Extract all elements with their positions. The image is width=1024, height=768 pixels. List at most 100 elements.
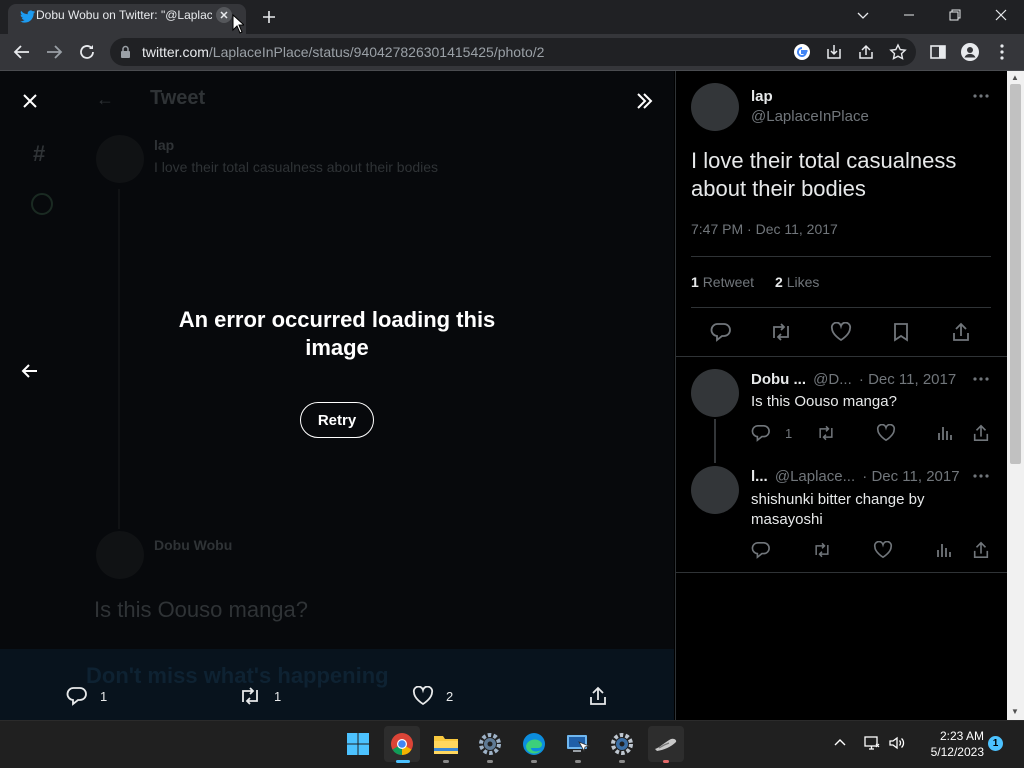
author-handle[interactable]: @LaplaceInPlace [751,108,869,125]
author-name[interactable]: lap [751,88,773,105]
likes-stat[interactable]: 2 Likes [775,274,819,290]
more-horizontal-icon [973,377,989,381]
taskbar-system-settings[interactable] [604,726,640,762]
reply-analytics-button[interactable] [935,541,953,559]
reply-reply-count: 1 [785,425,793,441]
install-icon [827,45,841,59]
clock-time: 2:23 AM [939,729,984,743]
retweet-stat[interactable]: 1 Retweet [691,274,754,290]
share-icon [953,322,969,341]
reply-analytics-button[interactable] [936,424,954,442]
reply-date[interactable]: · Dec 11, 2017 [862,468,959,485]
close-window-button[interactable] [978,0,1024,30]
retweet-button[interactable] [769,322,793,342]
scrollbar-thumb[interactable] [1010,84,1021,464]
show-hidden-icons-button[interactable] [833,736,847,750]
reply-handle[interactable]: @D... [813,371,852,388]
previous-image-button[interactable] [21,363,39,379]
url-host: twitter.com [142,44,209,60]
arrow-right-icon [47,45,63,59]
profile-button[interactable] [960,42,980,62]
reply-retweet-button[interactable] [816,424,836,442]
tab-title: Dobu Wobu on Twitter: "@Laplac [36,8,212,22]
forward-button[interactable] [45,44,63,60]
scroll-down-arrow-icon[interactable]: ▼ [1011,707,1019,716]
reply-reply-button[interactable] [751,541,771,559]
tweet-more-button[interactable] [972,88,990,104]
google-icon[interactable] [793,43,811,61]
reply-retweet-button[interactable] [812,541,832,559]
close-viewer-button[interactable] [21,92,39,110]
reply-more-button[interactable] [972,468,990,484]
notification-badge[interactable]: 1 [988,736,1003,751]
scroll-up-arrow-icon[interactable]: ▲ [1011,73,1019,82]
like-button[interactable] [830,322,852,342]
gear-icon [611,733,633,755]
reply-share-button[interactable] [972,424,990,442]
reply-handle[interactable]: @Laplace... [775,468,855,485]
reply-like-button[interactable] [873,541,893,559]
viewer-retweet-action[interactable]: 1 [238,686,281,706]
arrow-left-icon [13,45,29,59]
arrow-left-icon [21,364,37,378]
reply-name[interactable]: l... [751,468,768,485]
analytics-icon [937,544,951,557]
reply-name[interactable]: Dobu ... [751,371,806,388]
reply-header: l... @Laplace... · Dec 11, 2017 [751,468,960,485]
expand-panel-button[interactable] [634,91,654,111]
chrome-menu-button[interactable] [995,43,1009,61]
network-icon[interactable] [863,734,881,752]
restore-button[interactable] [932,0,978,30]
taskbar-remote-desktop[interactable] [560,726,596,762]
reply-share-button[interactable] [972,541,990,559]
reply-like-button[interactable] [876,424,896,442]
share-icon [859,44,873,59]
tab-search-button[interactable] [840,0,886,30]
taskbar-file-explorer[interactable] [428,726,464,762]
start-button[interactable] [340,726,376,762]
running-app-indicator [531,760,537,763]
bookmark-button[interactable] [892,322,910,342]
author-avatar[interactable] [691,83,739,131]
taskbar-app[interactable] [648,726,684,762]
twitter-bird-icon [20,10,36,24]
retry-button[interactable]: Retry [300,402,374,438]
reply-reply-button[interactable]: 1 [751,424,792,442]
reload-icon [80,45,94,59]
taskbar-chrome[interactable] [384,726,420,762]
share-button[interactable] [857,43,875,61]
retweet-label: Retweet [702,274,755,290]
chevron-down-icon [857,12,869,19]
minimize-button[interactable] [886,0,932,30]
reply-avatar[interactable] [691,369,739,417]
back-button[interactable] [13,44,31,60]
clock[interactable]: 2:23 AM 5/12/2023 [914,728,984,760]
star-icon [889,43,907,60]
chevron-up-icon [834,739,846,746]
ghost-reply-author: Dobu Wobu [154,537,233,553]
install-app-button[interactable] [825,43,843,61]
reply-button[interactable] [710,322,732,342]
lock-icon[interactable] [120,45,131,59]
volume-icon[interactable] [888,734,906,752]
url-text[interactable]: twitter.com/LaplaceInPlace/status/940427… [142,44,544,60]
new-tab-button[interactable] [260,8,278,26]
tweet-timestamp[interactable]: 7:47 PM · Dec 11, 2017 [691,221,838,237]
side-panel-button[interactable] [929,43,947,61]
close-icon [23,94,37,108]
reply-more-button[interactable] [972,371,990,387]
retweet-icon [242,687,258,705]
taskbar-settings[interactable] [472,726,508,762]
bookmark-star-button[interactable] [889,43,907,61]
thread-line [714,419,716,463]
share-tweet-button[interactable] [951,322,971,342]
reload-button[interactable] [78,43,96,61]
windows-start-icon [347,733,369,755]
viewer-share-action[interactable] [588,686,608,706]
viewer-reply-action[interactable]: 1 [66,686,107,706]
reply-avatar[interactable] [691,466,739,514]
viewer-like-action[interactable]: 2 [412,686,453,706]
reply-date[interactable]: · Dec 11, 2017 [859,371,956,388]
taskbar-edge[interactable] [516,726,552,762]
tab-close-button[interactable] [216,7,232,23]
